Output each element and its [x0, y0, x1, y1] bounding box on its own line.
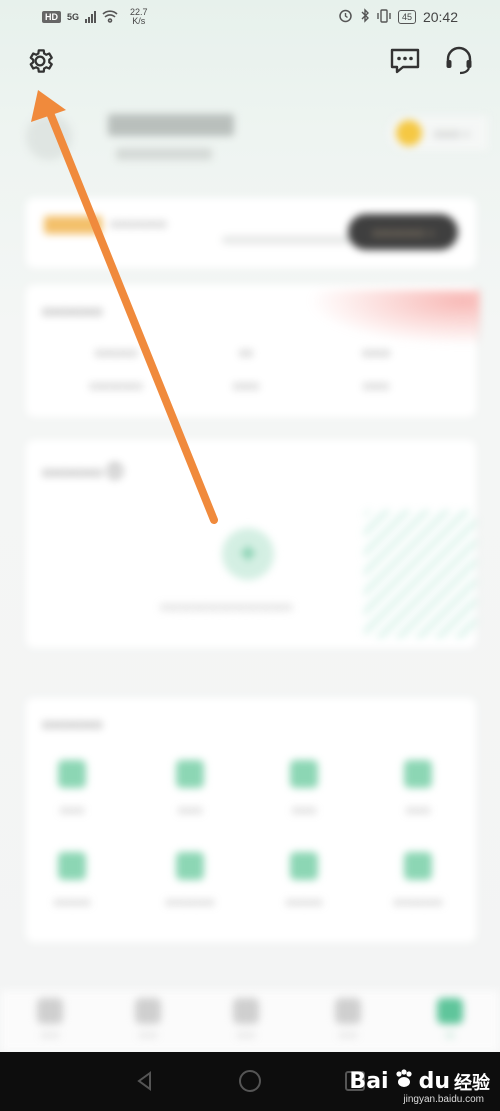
tool-icon-7 [290, 852, 318, 880]
tool-icon-6 [176, 852, 204, 880]
tool-item[interactable]: ▭▭▭▭ [140, 852, 240, 910]
tab-icon-3 [233, 998, 259, 1024]
vip-card[interactable]: ▭▭▭▭ ▭▭▭▭ › [26, 198, 476, 268]
avatar[interactable] [26, 114, 72, 160]
tool-icon-2 [176, 760, 204, 788]
tool-icon-3 [290, 760, 318, 788]
vip-subtitle [222, 236, 352, 244]
battery-icon: 45 [397, 10, 416, 24]
tool-item[interactable]: ▭▭▭ [254, 852, 354, 910]
stat-item[interactable]: ▭▭▭ ▭▭▭▭ [56, 343, 176, 394]
watermark-product: 经验 [454, 1072, 490, 1093]
tab-2[interactable]: ▭▭ [118, 998, 178, 1041]
tool-icon-4 [404, 760, 432, 788]
coin-icon [396, 120, 422, 146]
tool-item[interactable]: ▭▭ [140, 760, 240, 818]
home-circle-icon [239, 1070, 261, 1092]
tab-me[interactable]: ▭ [420, 998, 480, 1041]
tab-home[interactable]: ▭▭ [20, 998, 80, 1041]
tool-item[interactable]: ▭▭▭▭ [368, 852, 468, 910]
paw-icon [393, 1068, 415, 1095]
profile-tab-icon [437, 998, 463, 1024]
back-button[interactable] [130, 1066, 160, 1096]
customer-service-button[interactable] [442, 44, 476, 78]
add-service-button[interactable]: + [222, 528, 274, 580]
tool-item[interactable]: ▭▭ [368, 760, 468, 818]
tab-4[interactable]: ▭▭ [318, 998, 378, 1041]
clock: 20:42 [422, 9, 458, 25]
tools-title: ▭▭▭▭ [42, 716, 103, 733]
home-nav-button[interactable] [235, 1066, 265, 1096]
watermark-url: jingyan.baidu.com [403, 1094, 484, 1105]
signal-icon [85, 11, 97, 23]
stat-item[interactable]: ▭ ▭▭ [186, 343, 306, 394]
stats-title: ▭▭▭▭ [42, 303, 103, 320]
user-subtitle [116, 148, 212, 160]
plus-icon: + [239, 537, 257, 570]
services-decoration [364, 510, 476, 638]
vip-open-button[interactable]: ▭▭▭▭ › [348, 214, 458, 250]
headset-icon [446, 46, 472, 75]
tool-icon-1 [58, 760, 86, 788]
wifi-hotspot-icon [102, 9, 118, 26]
alarm-icon [338, 8, 353, 26]
tool-item[interactable]: ▭▭▭ [22, 852, 122, 910]
home-icon [37, 998, 63, 1024]
tool-icon-5 [58, 852, 86, 880]
status-bar: HD 5G 22.7 K/s 45 20:42 [0, 0, 500, 34]
net-speed: 22.7 K/s [130, 7, 148, 26]
tool-icon-8 [404, 852, 432, 880]
sign-in-label: ▭▭ › [434, 125, 470, 141]
vibrate-icon [377, 8, 391, 26]
stat-item[interactable]: ▭▭ ▭▭ [316, 343, 436, 394]
services-title: ▭▭▭▭ ⓘ [42, 464, 123, 481]
watermark-brand: Bai [349, 1069, 389, 1094]
settings-button[interactable] [23, 44, 57, 78]
watermark-brand-suffix: du [418, 1069, 450, 1094]
username [108, 114, 234, 136]
hd-badge: HD [42, 11, 61, 23]
back-triangle-icon [137, 1071, 151, 1091]
chat-bubble-icon [390, 48, 420, 74]
tool-item[interactable]: ▭▭ [254, 760, 354, 818]
vip-title: ▭▭▭▭ [110, 215, 167, 232]
tool-item[interactable]: ▭▭ [22, 760, 122, 818]
network-type: 5G [67, 12, 80, 22]
vip-badge [44, 216, 102, 234]
messages-button[interactable] [388, 44, 422, 78]
baidu-jingyan-watermark: Bai du 经验 jingyan.baidu.com [349, 1068, 490, 1105]
tab-3[interactable]: ▭▭ [216, 998, 276, 1041]
decorative-glow [308, 290, 480, 346]
gear-icon [29, 49, 53, 73]
tab-icon-2 [135, 998, 161, 1024]
tab-icon-4 [335, 998, 361, 1024]
bluetooth-icon [360, 8, 370, 26]
services-empty-text: ▭▭▭▭▭▭▭▭▭▭ [160, 598, 293, 614]
